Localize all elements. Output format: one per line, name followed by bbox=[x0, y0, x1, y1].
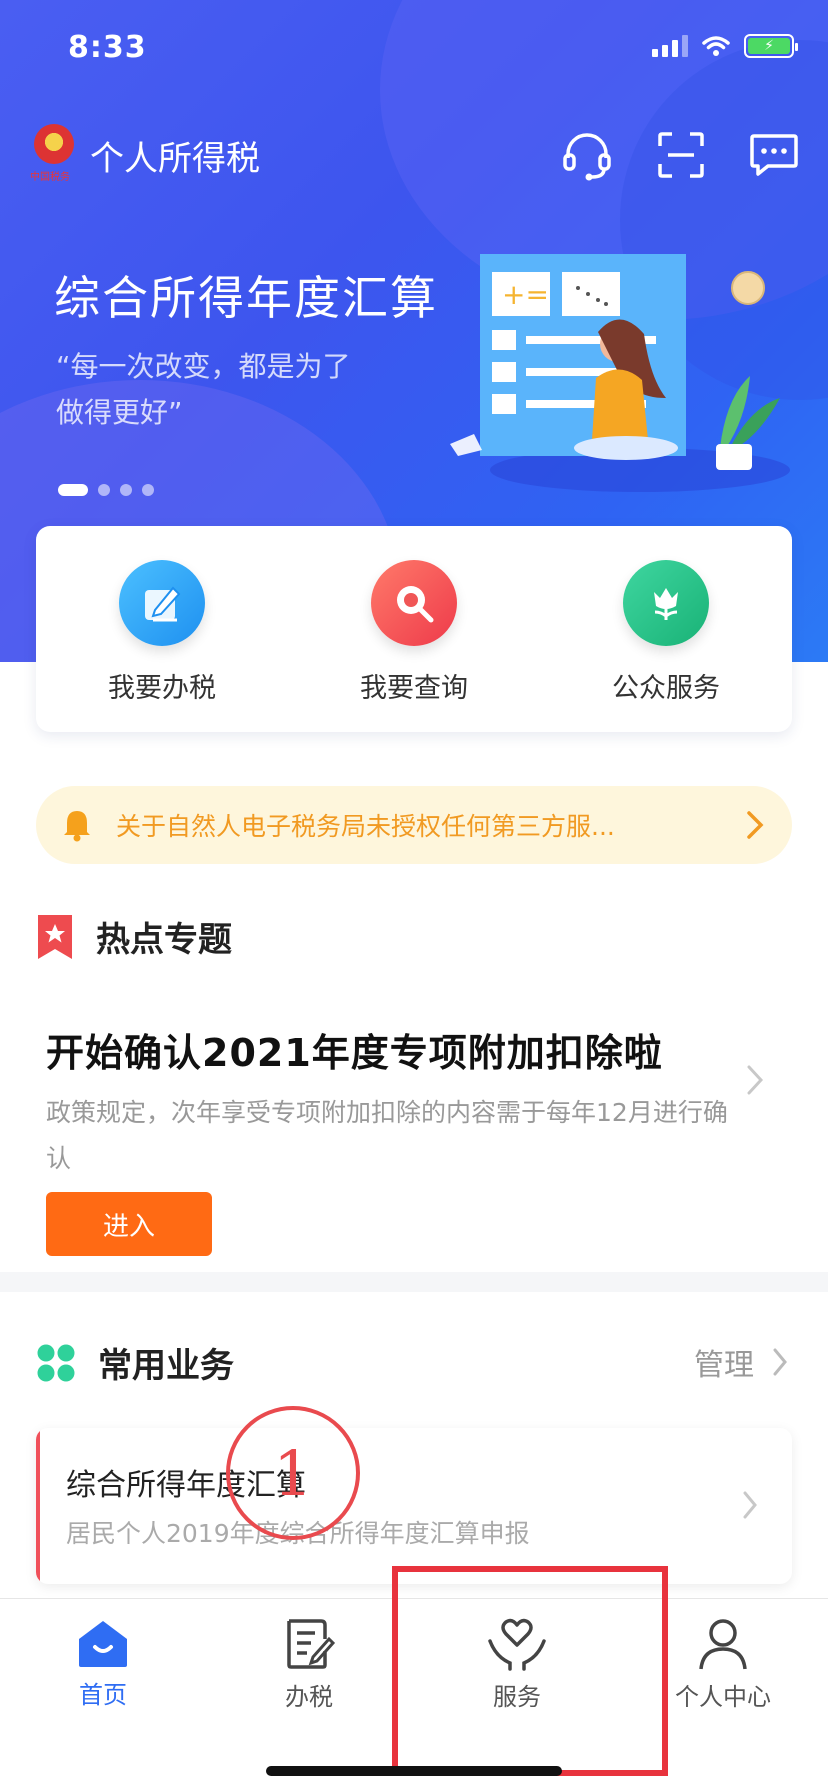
notice-text: 关于自然人电子税务局未授权任何第三方服... bbox=[116, 812, 615, 841]
home-icon bbox=[79, 1621, 127, 1667]
hot-topic-header: 热点专题 bbox=[36, 912, 232, 961]
quick-action-query[interactable]: 我要查询 bbox=[304, 559, 524, 705]
tulip-icon bbox=[623, 559, 709, 646]
tab-label: 办税 bbox=[285, 1683, 333, 1711]
tab-tax[interactable]: 办税 bbox=[224, 1617, 394, 1712]
page-dot[interactable] bbox=[120, 484, 132, 496]
tab-label: 首页 bbox=[79, 1681, 127, 1709]
chevron-right-icon[interactable] bbox=[746, 1064, 764, 1096]
step-annotation-circle: 1 bbox=[226, 1406, 360, 1540]
manage-link[interactable]: 管理 bbox=[694, 1340, 788, 1384]
app-header: 中国税务 个人所得税 bbox=[30, 120, 800, 190]
notice-bar[interactable]: 关于自然人电子税务局未授权任何第三方服... bbox=[36, 786, 792, 864]
wifi-icon bbox=[702, 36, 730, 56]
highlight-annotation-box bbox=[392, 1566, 668, 1776]
quick-action-public-service[interactable]: 公众服务 bbox=[556, 559, 776, 705]
common-business-header: 常用业务 bbox=[36, 1338, 234, 1387]
chevron-right-icon bbox=[773, 1348, 787, 1376]
banner-subtitle: “每一次改变，都是为了 做得更好” bbox=[56, 350, 351, 429]
step-number: 1 bbox=[273, 1436, 313, 1510]
section-divider bbox=[0, 1272, 828, 1292]
quick-action-tax[interactable]: 我要办税 bbox=[52, 559, 272, 705]
banner-title[interactable]: 综合所得年度汇算 bbox=[54, 262, 438, 328]
tab-label: 个人中心 bbox=[675, 1683, 771, 1711]
page-dot[interactable] bbox=[142, 484, 154, 496]
quick-action-label: 公众服务 bbox=[612, 672, 720, 704]
battery-icon: ⚡ bbox=[744, 34, 798, 58]
scan-icon[interactable] bbox=[656, 130, 706, 180]
clover-grid-icon bbox=[37, 1344, 75, 1381]
manage-label: 管理 bbox=[694, 1348, 754, 1383]
document-icon bbox=[287, 1619, 335, 1669]
tab-home[interactable]: 首页 bbox=[18, 1617, 188, 1710]
topic-description: 政策规定，次年享受专项附加扣除的内容需于每年12月进行确认 bbox=[46, 1098, 728, 1173]
chevron-right-icon bbox=[743, 1491, 757, 1519]
enter-button[interactable]: 进入 bbox=[46, 1192, 212, 1256]
banner-illustration: += bbox=[450, 254, 790, 492]
svg-text:+=: += bbox=[502, 278, 549, 311]
status-time: 8:33 bbox=[68, 30, 147, 65]
bell-icon bbox=[64, 811, 90, 842]
quick-actions-card: 我要办税 我要查询 公众服务 bbox=[36, 526, 792, 732]
headset-icon[interactable] bbox=[560, 128, 614, 182]
section-title: 常用业务 bbox=[98, 1346, 234, 1386]
quick-action-label: 我要查询 bbox=[360, 672, 468, 704]
business-item-card[interactable]: 综合所得年度汇算 居民个人2019年度综合所得年度汇算申报 bbox=[36, 1428, 792, 1584]
message-icon[interactable] bbox=[748, 130, 800, 180]
home-indicator[interactable] bbox=[266, 1766, 562, 1776]
quick-action-label: 我要办税 bbox=[108, 672, 216, 704]
bookmark-star-icon bbox=[38, 914, 72, 959]
card-accent bbox=[36, 1428, 40, 1584]
edit-icon bbox=[119, 559, 205, 646]
section-title: 热点专题 bbox=[96, 920, 232, 960]
banner-pagination bbox=[58, 484, 154, 496]
tax-emblem-logo: 中国税务 bbox=[30, 124, 78, 186]
app-title: 个人所得税 bbox=[90, 138, 260, 179]
topic-title[interactable]: 开始确认2021年度专项附加扣除啦 bbox=[46, 1022, 663, 1077]
status-icons: ⚡ bbox=[652, 34, 798, 58]
page-dot-active[interactable] bbox=[58, 484, 88, 496]
chevron-right-icon bbox=[747, 811, 764, 839]
page-dot[interactable] bbox=[98, 484, 110, 496]
person-icon bbox=[699, 1619, 747, 1670]
signal-icon bbox=[652, 35, 688, 57]
search-icon bbox=[371, 559, 457, 646]
